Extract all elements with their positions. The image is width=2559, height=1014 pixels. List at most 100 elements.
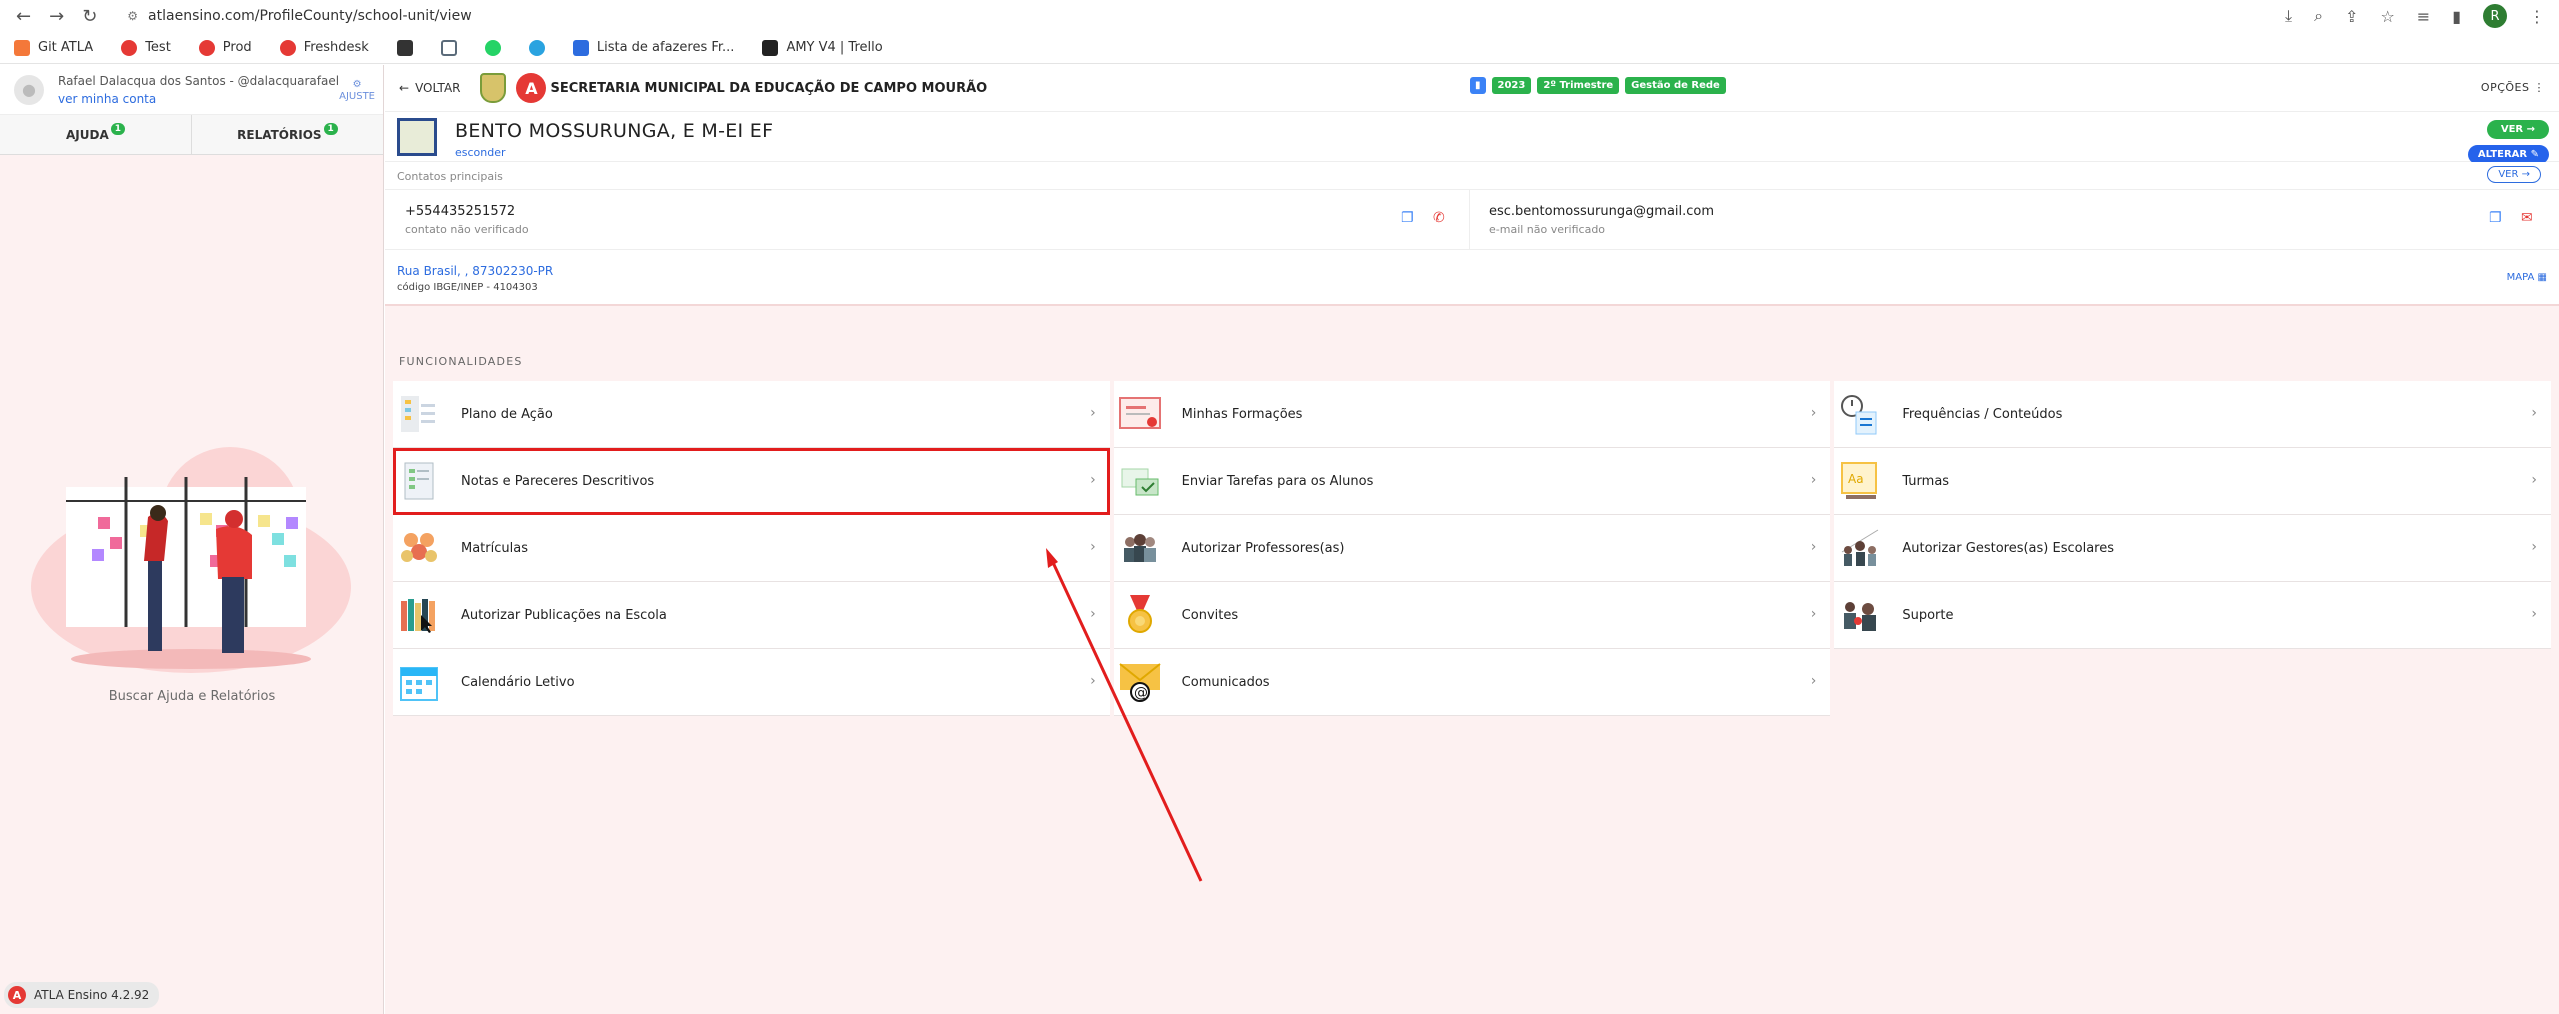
whatsapp-icon	[484, 39, 501, 56]
mail-icon	[440, 39, 457, 56]
back-arrow-icon[interactable]: ←	[16, 6, 31, 27]
chevron-right-icon: ›	[1810, 405, 1817, 421]
user-avatar-icon: ●	[14, 74, 44, 105]
menu-dots-icon[interactable]: ⋮	[2529, 7, 2545, 26]
forward-arrow-icon[interactable]: →	[49, 6, 64, 27]
options-menu[interactable]: OPÇÕES ⋮	[2481, 81, 2545, 94]
back-button[interactable]: ← VOLTAR	[399, 81, 460, 95]
bookmark-git-atla[interactable]: Git ATLA	[14, 39, 93, 56]
chevron-right-icon: ›	[2531, 606, 2538, 622]
feature-autorizar-professores[interactable]: Autorizar Professores(as) ›	[1113, 515, 1831, 582]
chevron-right-icon: ›	[2531, 539, 2538, 555]
tab-list-icon[interactable]: ≡	[2417, 7, 2430, 26]
view-contacts-button[interactable]: VER →	[2487, 166, 2541, 183]
tab-ajuda[interactable]: AJUDA 1	[0, 115, 191, 154]
amy-icon	[762, 39, 779, 56]
send-tasks-icon	[1121, 468, 1159, 496]
url-text[interactable]: atlaensino.com/ProfileCounty/school-unit…	[148, 8, 472, 24]
copy-icon[interactable]: ❐	[1401, 210, 1414, 226]
features-row: Autorizar Publicações na Escola › Convite…	[393, 582, 2555, 649]
features-row: Calendário Letivo › @ Comunicados ›	[393, 649, 2555, 716]
features-grid: Plano de Ação › Minhas Formações › Frequên…	[393, 381, 2555, 716]
tab-relatorios[interactable]: RELATÓRIOS 1	[191, 115, 383, 154]
phone-block: +554435251572 contato não verificado	[405, 204, 529, 236]
feature-notas-pareceres[interactable]: Notas e Pareceres Descritivos ›	[393, 448, 1110, 515]
context-pills: ▮ 2023 2º Trimestre Gestão de Rede	[1470, 77, 1726, 94]
tab-badge: 1	[110, 122, 125, 135]
mail-icon[interactable]: ✉	[2521, 210, 2533, 226]
phone-icon[interactable]: ✆	[1433, 210, 1445, 226]
email-address: esc.bentomossurunga@gmail.com	[1489, 204, 1715, 219]
feature-enviar-tarefas[interactable]: Enviar Tarefas para os Alunos ›	[1113, 448, 1831, 515]
map-button[interactable]: MAPA ▦	[2507, 272, 2547, 283]
chevron-right-icon: ›	[1810, 606, 1817, 622]
site-info-icon[interactable]: ⚙	[127, 9, 138, 23]
star-icon[interactable]: ☆	[2380, 7, 2394, 26]
email-at-icon: @	[1119, 663, 1161, 702]
features-row: Notas e Pareceres Descritivos › Enviar Ta…	[393, 448, 2555, 515]
feature-turmas[interactable]: Aa Turmas ›	[1834, 448, 2552, 515]
address-link[interactable]: Rua Brasil, , 87302230-PR	[397, 264, 553, 278]
features-row: Plano de Ação › Minhas Formações › Frequên…	[393, 381, 2555, 448]
chart-icon[interactable]: ▮	[1470, 77, 1486, 94]
feature-matriculas[interactable]: Matrículas ›	[393, 515, 1110, 582]
bookmark-freshdesk[interactable]: Freshdesk	[279, 39, 369, 56]
feature-autorizar-publicacoes[interactable]: Autorizar Publicações na Escola ›	[393, 582, 1110, 649]
network-pill[interactable]: Gestão de Rede	[1625, 77, 1726, 94]
bookmark-icon-mail[interactable]	[440, 39, 457, 56]
feature-plano-de-acao[interactable]: Plano de Ação ›	[393, 381, 1110, 448]
support-team-icon	[1844, 602, 1877, 631]
phone-status: contato não verificado	[405, 223, 529, 236]
reload-icon[interactable]: ↻	[82, 6, 97, 27]
email-status: e-mail não verificado	[1489, 223, 1606, 236]
browser-nav: ← → ↻	[16, 6, 97, 27]
feature-autorizar-gestores[interactable]: Autorizar Gestores(as) Escolares ›	[1834, 515, 2552, 582]
ajuste-button[interactable]: ⚙ AJUSTE	[339, 79, 375, 103]
bookmark-test[interactable]: Test	[121, 39, 171, 56]
feature-minhas-formacoes[interactable]: Minhas Formações ›	[1113, 381, 1831, 448]
profile-avatar[interactable]: R	[2483, 4, 2507, 28]
managers-icon	[1842, 529, 1879, 566]
svg-text:Aa: Aa	[1848, 472, 1864, 486]
students-icon	[401, 533, 437, 562]
medal-icon	[1127, 595, 1152, 633]
classroom-board-icon: Aa	[1841, 462, 1878, 499]
bookmark-whatsapp[interactable]	[484, 39, 501, 56]
bookmark-prod[interactable]: Prod	[198, 39, 252, 56]
bookmark-icon-dark[interactable]	[396, 39, 413, 56]
install-icon[interactable]: ⤓	[2285, 6, 2292, 26]
email-block: esc.bentomossurunga@gmail.com e-mail não…	[1489, 204, 1714, 236]
atla-logo-icon: A	[8, 986, 26, 1004]
side-panel-icon[interactable]: ▮	[2452, 7, 2461, 26]
help-illustration	[31, 447, 351, 673]
feature-convites[interactable]: Convites ›	[1113, 582, 1831, 649]
chevron-right-icon: ›	[1810, 673, 1817, 689]
school-name: BENTO MOSSURUNGA, E M-EI EF	[455, 120, 774, 142]
gitlab-icon	[14, 39, 30, 56]
view-school-button[interactable]: VER →	[2486, 120, 2549, 139]
account-link[interactable]: ver minha conta	[58, 92, 339, 106]
feature-suporte[interactable]: Suporte ›	[1834, 582, 2552, 649]
phone-number: +554435251572	[405, 204, 516, 219]
checklist-icon	[401, 396, 435, 432]
telegram-icon	[528, 39, 545, 56]
bookmark-todo[interactable]: Lista de afazeres Fr...	[572, 39, 734, 56]
bookmark-amy[interactable]: AMY V4 | Trello	[762, 39, 883, 56]
feature-calendario-letivo[interactable]: Calendário Letivo ›	[393, 649, 1110, 716]
year-pill[interactable]: 2023	[1491, 77, 1532, 94]
settings-icon: ⚙	[352, 79, 362, 90]
school-header: BENTO MOSSURUNGA, E M-EI EF esconder VER…	[385, 112, 2559, 164]
share-icon[interactable]: ⇪	[2345, 7, 2358, 26]
divider	[1469, 190, 1470, 250]
chevron-right-icon: ›	[1090, 539, 1096, 555]
school-logo	[397, 118, 437, 156]
calendar-icon	[400, 667, 438, 701]
copy-icon[interactable]: ❐	[2489, 210, 2502, 226]
hide-link[interactable]: esconder	[455, 146, 506, 159]
bookmark-telegram[interactable]	[528, 39, 545, 56]
feature-frequencias-conteudos[interactable]: Frequências / Conteúdos ›	[1834, 381, 2552, 448]
term-pill[interactable]: 2º Trimestre	[1537, 77, 1620, 94]
trello-icon	[572, 39, 589, 56]
zoom-icon[interactable]: ⌕	[2314, 6, 2323, 26]
feature-comunicados[interactable]: @ Comunicados ›	[1113, 649, 1831, 716]
